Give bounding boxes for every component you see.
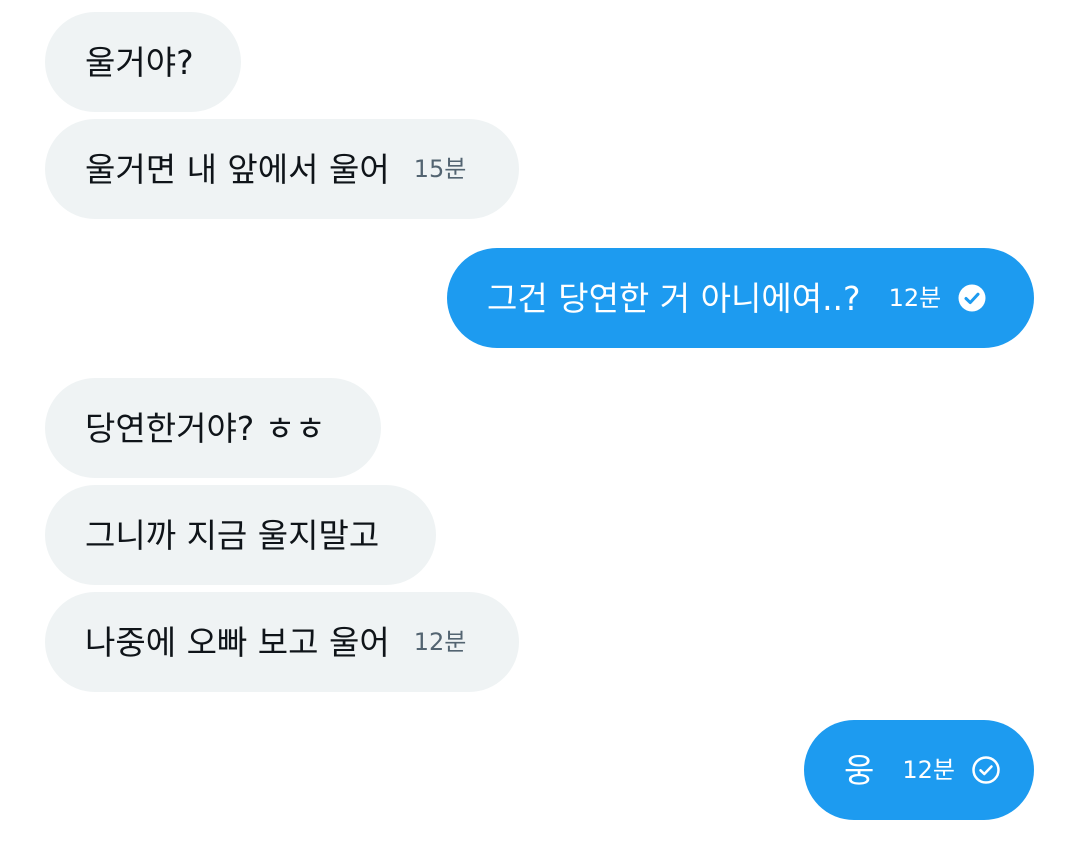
message-text: 당연한거야? ㅎㅎ	[85, 408, 326, 448]
check-circle-filled-icon	[957, 283, 987, 313]
message-text: 울거면 내 앞에서 울어	[85, 149, 390, 189]
message-bubble-incoming[interactable]: 나중에 오빠 보고 울어 12분	[45, 592, 519, 692]
message-bubble-incoming[interactable]: 당연한거야? ㅎㅎ	[45, 378, 381, 478]
check-circle-outline-icon	[971, 755, 1001, 785]
message-text: 울거야?	[85, 42, 194, 82]
message-text: 그건 당연한 거 아니에여..?	[487, 278, 861, 318]
message-timestamp: 12분	[902, 756, 955, 784]
message-text: 그니까 지금 울지말고	[85, 515, 380, 555]
message-timestamp: 15분	[413, 155, 467, 183]
message-timestamp: 12분	[888, 284, 942, 312]
message-bubble-incoming[interactable]: 울거면 내 앞에서 울어 15분	[45, 119, 519, 219]
message-text: 나중에 오빠 보고 울어	[85, 622, 390, 662]
message-bubble-outgoing[interactable]: 그건 당연한 거 아니에여..? 12분	[447, 248, 1034, 348]
message-bubble-outgoing[interactable]: 웅 12분	[804, 720, 1034, 820]
message-bubble-incoming[interactable]: 울거야?	[45, 12, 241, 112]
message-timestamp: 12분	[413, 628, 467, 656]
message-bubble-incoming[interactable]: 그니까 지금 울지말고	[45, 485, 436, 585]
message-text: 웅	[844, 750, 875, 790]
